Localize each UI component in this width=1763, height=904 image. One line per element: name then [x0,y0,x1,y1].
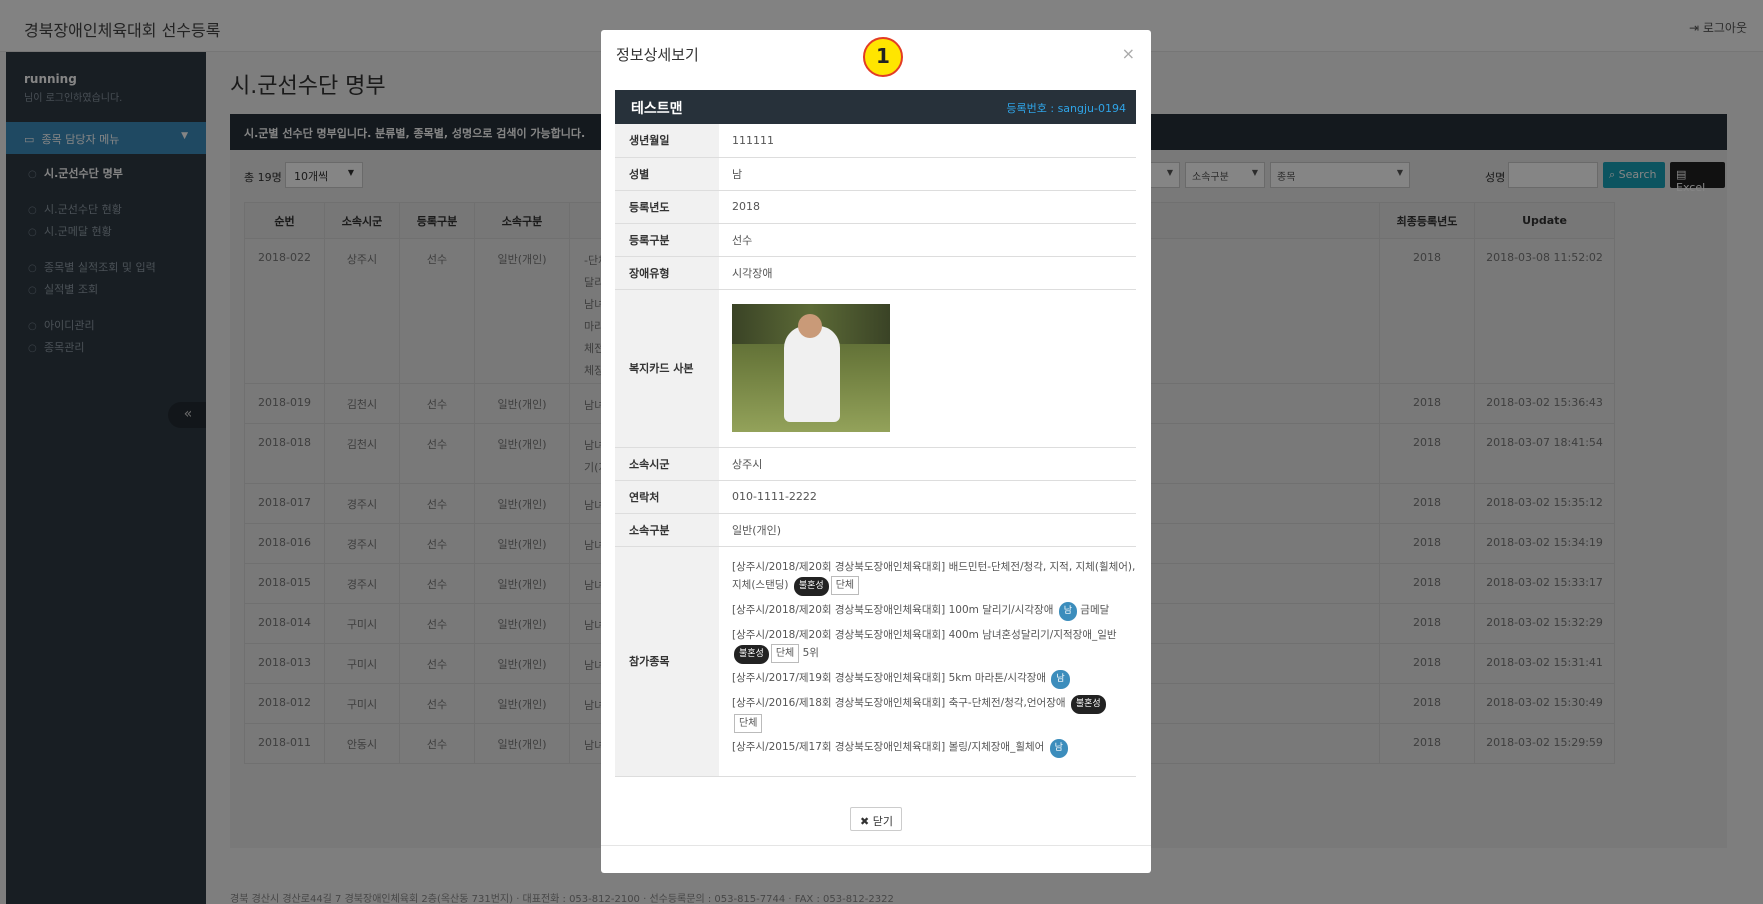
field-label: 연락처 [615,480,719,514]
field-value: 선수 [719,223,1136,257]
welfare-card-photo [732,304,890,432]
field-label: 성별 [615,157,719,191]
event-text: [상주시/2018/제20회 경상북도장애인체육대회] 배드민턴-단체전/청각,… [732,560,1136,591]
category-badge: 남 [1058,601,1077,621]
step-marker: 1 [863,37,903,77]
modal-footer-divider [601,845,1151,846]
event-text: [상주시/2016/제18회 경상북도장애인체육대회] 축구-단체전/청각,언어… [732,696,1069,709]
category-badge: 남 [1049,738,1068,758]
event-text: [상주시/2018/제20회 경상북도장애인체육대회] 400m 남녀혼성달리기… [732,628,1117,641]
event-entry: [상주시/2018/제20회 경상북도장애인체육대회] 배드민턴-단체전/청각,… [732,559,1136,596]
category-badge: 불혼성 [734,644,769,664]
event-entry: [상주시/2016/제18회 경상북도장애인체육대회] 축구-단체전/청각,언어… [732,694,1136,733]
field-value: 남 [719,157,1136,191]
field-label: 장애유형 [615,256,719,290]
field-value: 111111 [719,124,1136,158]
event-text: [상주시/2017/제19회 경상북도장애인체육대회] 5km 마라톤/시각장애 [732,671,1050,684]
field-value: 일반(개인) [719,513,1136,547]
player-name: 테스트맨 [631,101,683,117]
category-badge: 불혼성 [793,576,829,596]
event-entry: [상주시/2018/제20회 경상북도장애인체육대회] 100m 달리기/시각장… [732,601,1136,621]
event-entry: [상주시/2015/제17회 경상북도장애인체육대회] 볼링/지체장애_휠체어 … [732,738,1136,758]
field-label: 등록구분 [615,223,719,257]
field-label: 생년월일 [615,124,719,158]
field-value: 010-1111-2222 [719,480,1136,514]
result-text: 금메달 [1076,603,1110,616]
team-tag: 단체 [734,713,763,733]
field-label: 등록년도 [615,190,719,224]
photo-figure [784,326,840,422]
field-value: [상주시/2018/제20회 경상북도장애인체육대회] 배드민턴-단체전/청각,… [719,546,1136,777]
field-label: 소속구분 [615,513,719,547]
category-badge: 불혼성 [1070,694,1106,714]
event-text: [상주시/2015/제17회 경상북도장애인체육대회] 볼링/지체장애_휠체어 [732,740,1048,753]
field-value: 시각장애 [719,256,1136,290]
event-text: [상주시/2018/제20회 경상북도장애인체육대회] 100m 달리기/시각장… [732,603,1057,616]
events-list: [상주시/2018/제20회 경상북도장애인체육대회] 배드민턴-단체전/청각,… [732,559,1136,758]
player-info-table: 생년월일 111111 성별 남 등록년도 2018 등록구분 선수 장애유형 시각장애 … [615,124,1136,777]
photo-head [798,314,822,338]
player-header: 테스트맨 등록번호 : sangju-0194 [615,90,1136,124]
event-entry: [상주시/2018/제20회 경상북도장애인체육대회] 400m 남녀혼성달리기… [732,627,1136,664]
team-tag: 단체 [830,575,860,595]
modal-title: 정보상세보기 [616,46,699,64]
field-label: 참가종목 [615,546,719,777]
field-value: 2018 [719,190,1136,224]
field-value [719,289,1136,448]
close-button[interactable]: ✖ 닫기 [850,807,902,831]
team-tag: 단체 [770,643,800,663]
result-text: 5위 [799,646,819,659]
field-label: 소속시군 [615,447,719,481]
field-value: 상주시 [719,447,1136,481]
field-label: 복지카드 사본 [615,289,719,448]
close-icon[interactable]: × [1122,44,1135,63]
registration-number: 등록번호 : sangju-0194 [1006,102,1126,115]
category-badge: 남 [1051,669,1070,689]
event-entry: [상주시/2017/제19회 경상북도장애인체육대회] 5km 마라톤/시각장애… [732,669,1136,689]
